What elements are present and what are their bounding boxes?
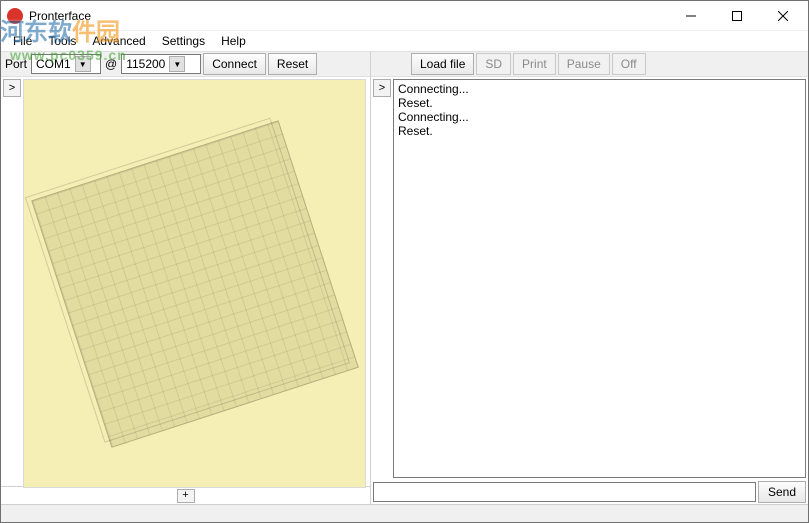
port-value: COM1	[36, 57, 75, 71]
port-label: Port	[3, 57, 29, 71]
command-input[interactable]	[373, 482, 756, 502]
build-plate-grid	[31, 120, 359, 448]
window-title: Pronterface	[29, 9, 91, 23]
console-wrap: > Connecting... Reset. Connecting... Res…	[373, 79, 806, 478]
menu-settings[interactable]: Settings	[154, 31, 213, 51]
baud-combo[interactable]: 115200 ▼	[121, 54, 201, 74]
left-pane: > +	[1, 77, 371, 504]
command-row: Send	[371, 480, 808, 504]
baud-value: 115200	[126, 57, 169, 71]
menubar: File Tools Advanced Settings Help	[1, 31, 808, 51]
at-label: @	[103, 57, 119, 71]
minimize-button[interactable]	[668, 1, 714, 31]
right-pane: > Connecting... Reset. Connecting... Res…	[371, 77, 808, 504]
app-icon	[7, 8, 23, 24]
menu-file[interactable]: File	[5, 31, 40, 51]
menu-advanced[interactable]: Advanced	[84, 31, 153, 51]
close-button[interactable]	[760, 1, 806, 31]
titlebar: Pronterface	[1, 1, 808, 31]
send-button[interactable]: Send	[758, 481, 806, 503]
off-button[interactable]: Off	[612, 53, 646, 75]
console-collapse-toggle[interactable]: >	[373, 79, 391, 97]
console-output[interactable]: Connecting... Reset. Connecting... Reset…	[393, 79, 806, 478]
statusbar	[1, 504, 808, 522]
pause-button[interactable]: Pause	[558, 53, 610, 75]
menu-tools[interactable]: Tools	[40, 31, 84, 51]
left-bottom-bar: +	[1, 486, 370, 504]
chevron-down-icon: ▼	[75, 56, 91, 72]
maximize-button[interactable]	[714, 1, 760, 31]
menu-help[interactable]: Help	[213, 31, 254, 51]
grid-lines	[32, 121, 357, 446]
chevron-down-icon: ▼	[169, 56, 185, 72]
print-toolbar: Load file SD Print Pause Off	[371, 51, 808, 77]
left-collapse-toggle[interactable]: >	[3, 79, 21, 97]
main-split: > + > Connecting... Reset. Connecting...…	[1, 77, 808, 504]
load-file-button[interactable]: Load file	[411, 53, 474, 75]
build-plate-viewer[interactable]	[23, 79, 366, 488]
connection-toolbar: Port COM1 ▼ @ 115200 ▼ Connect Reset	[1, 51, 371, 77]
print-button[interactable]: Print	[513, 53, 556, 75]
reset-button[interactable]: Reset	[268, 53, 317, 75]
sd-button[interactable]: SD	[476, 53, 511, 75]
port-combo[interactable]: COM1 ▼	[31, 54, 101, 74]
add-panel-button[interactable]: +	[177, 489, 195, 503]
connect-button[interactable]: Connect	[203, 53, 266, 75]
